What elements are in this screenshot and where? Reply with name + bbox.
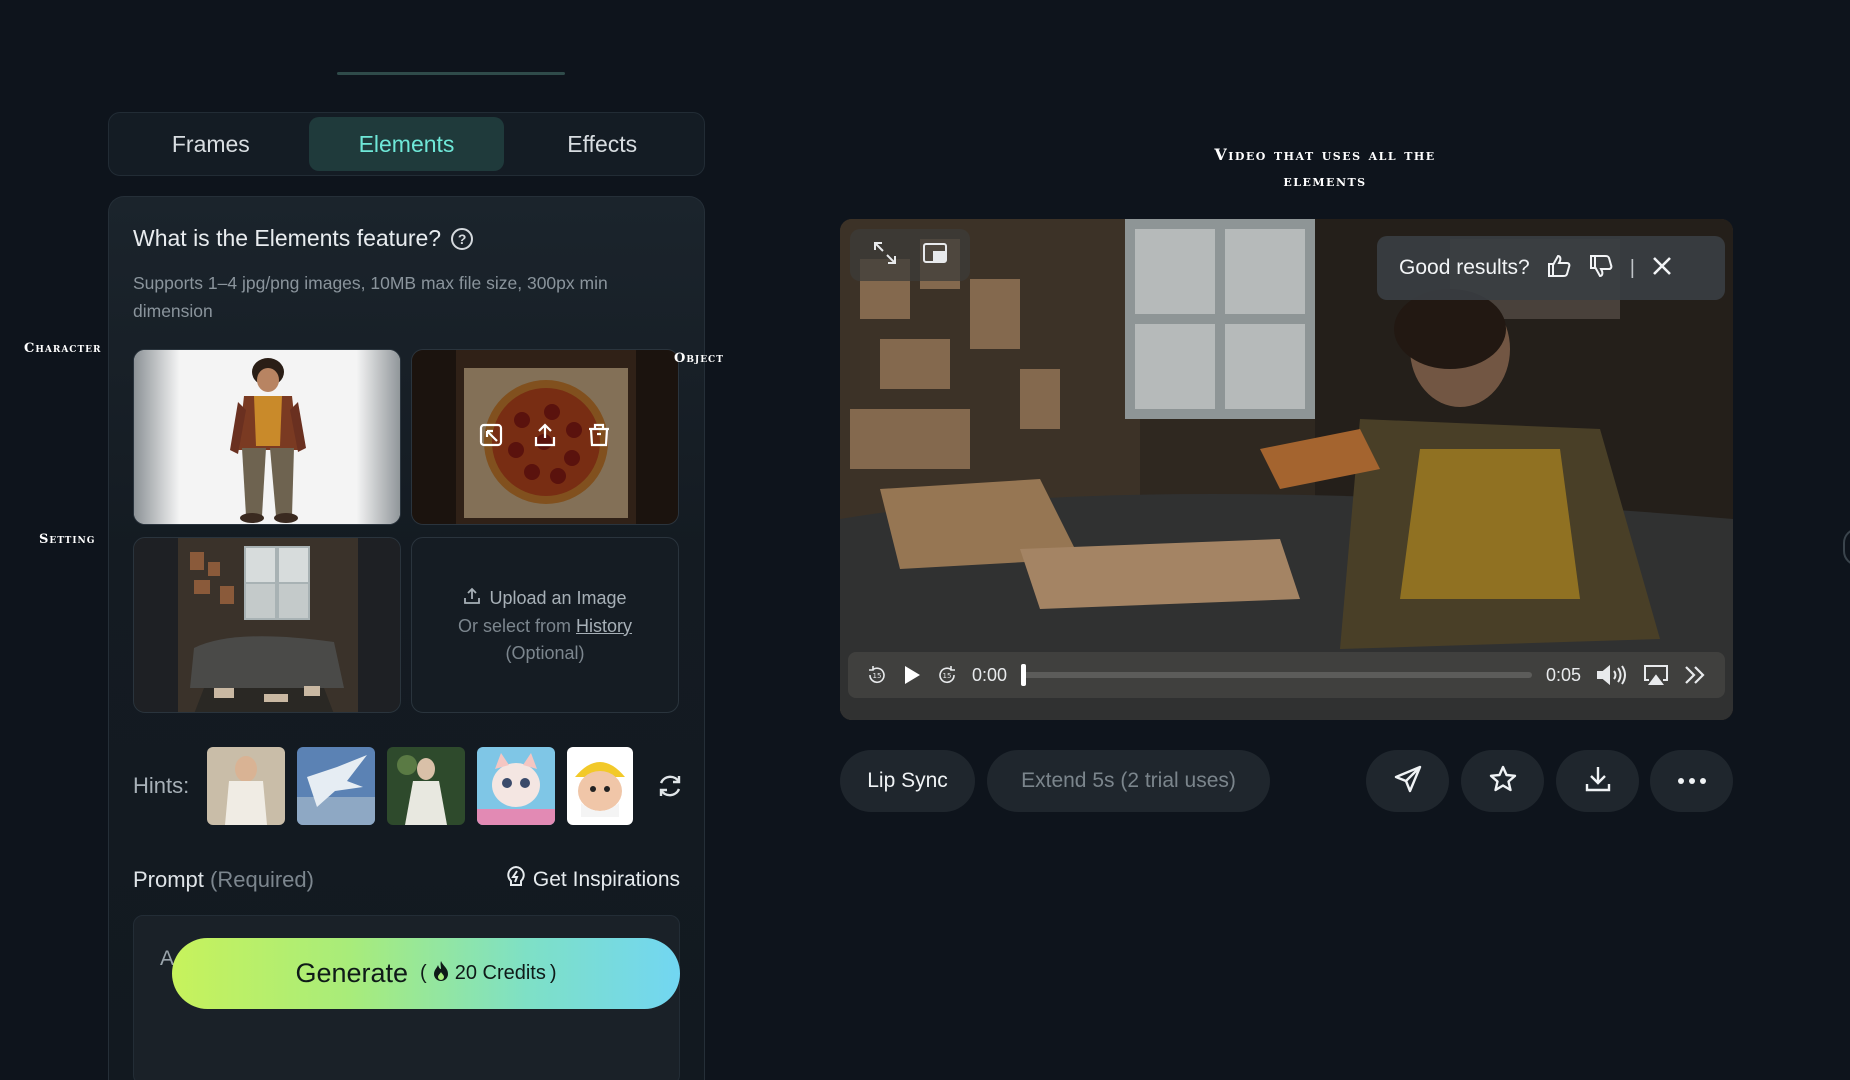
credits-paren-close: ): [549, 962, 557, 984]
thumbs-up-icon[interactable]: [1546, 253, 1572, 284]
history-link[interactable]: History: [576, 616, 632, 636]
thumbs-down-icon[interactable]: [1588, 253, 1614, 284]
bulb-icon: [505, 865, 527, 895]
object-image-slot[interactable]: [411, 349, 679, 525]
video-tools: [850, 229, 970, 281]
elements-panel: What is the Elements feature? ? Supports…: [108, 196, 705, 1080]
credits-badge: ( 20 Credits ): [420, 960, 557, 988]
extend-button[interactable]: Extend 5s (2 trial uses): [987, 750, 1270, 812]
hint-thumb-miner[interactable]: [567, 747, 634, 825]
progress-knob[interactable]: [1021, 664, 1027, 686]
hint-thumb-woman[interactable]: [207, 747, 286, 825]
svg-text:15: 15: [943, 672, 952, 680]
annotation-setting: Setting: [39, 532, 96, 547]
setting-image-slot[interactable]: [133, 537, 401, 713]
generate-label: Generate: [295, 958, 409, 988]
feedback-separator: |: [1629, 256, 1635, 279]
video-actions: Lip Sync Extend 5s (2 trial uses): [840, 750, 1733, 812]
volume-icon[interactable]: [1595, 663, 1629, 687]
expand-icon[interactable]: [872, 240, 898, 271]
play-icon[interactable]: [902, 664, 922, 686]
lip-sync-button[interactable]: Lip Sync: [840, 750, 975, 812]
feedback-label: Good results?: [1399, 256, 1530, 279]
hints-row: Hints:: [133, 747, 685, 825]
feedback-banner: Good results? |: [1377, 236, 1725, 300]
credits-label: 20 Credits: [454, 962, 546, 984]
video-controls: 15 15 0:00 0:05: [848, 652, 1725, 698]
upload-image-slot[interactable]: Upload an Image Or select from History (…: [411, 537, 679, 713]
progress-bar[interactable]: [1021, 664, 1532, 686]
prompt-label-text: Prompt: [133, 867, 204, 892]
star-icon: [1488, 764, 1518, 799]
get-inspirations-button[interactable]: Get Inspirations: [505, 865, 680, 895]
tab-frames[interactable]: Frames: [113, 117, 309, 171]
time-total: 0:05: [1545, 664, 1581, 685]
upload-label: Upload an Image: [489, 587, 627, 608]
prompt-label: Prompt (Required): [133, 867, 314, 893]
prompt-required-label: (Required): [210, 867, 314, 892]
refresh-icon[interactable]: [655, 771, 685, 801]
hints-label: Hints:: [133, 773, 190, 798]
object-image-actions: [412, 422, 678, 448]
setting-image: [134, 538, 400, 712]
mode-tabs: Frames Elements Effects: [108, 112, 705, 176]
favorite-button[interactable]: [1461, 750, 1544, 812]
next-arrow-edge[interactable]: [1843, 528, 1850, 566]
feature-title-text: What is the Elements feature?: [133, 225, 442, 251]
pip-icon[interactable]: [922, 240, 948, 271]
share-icon[interactable]: [532, 422, 558, 448]
feature-description: Supports 1–4 jpg/png images, 10MB max fi…: [133, 273, 608, 321]
generate-button[interactable]: Generate ( 20 Credits ): [172, 938, 680, 1009]
credits-paren-open: (: [420, 962, 427, 984]
chevron-double-right-icon[interactable]: [1683, 664, 1707, 686]
download-icon: [1583, 764, 1613, 799]
prompt-header: Prompt (Required) Get Inspirations: [133, 865, 680, 895]
help-icon[interactable]: ?: [451, 227, 474, 250]
character-image: [134, 350, 400, 524]
airplay-icon[interactable]: [1643, 663, 1669, 687]
time-current: 0:00: [972, 664, 1008, 685]
hint-thumb-cat[interactable]: [477, 747, 556, 825]
select-history: Or select from History: [458, 616, 632, 637]
upload-prompt: Upload an Image: [463, 587, 627, 610]
more-button[interactable]: [1650, 750, 1733, 812]
get-inspirations-label: Get Inspirations: [532, 868, 680, 891]
select-history-prefix: Or select from: [457, 615, 576, 636]
more-icon: [1677, 772, 1707, 790]
upload-icon: [463, 587, 481, 610]
video-player[interactable]: Good results? | 15 15 0:00 0:05: [840, 219, 1733, 720]
share-button[interactable]: [1366, 750, 1449, 812]
annotation-character: Character: [24, 341, 102, 356]
rewind-icon[interactable]: 15: [866, 664, 888, 686]
tab-elements[interactable]: Elements: [308, 117, 505, 171]
svg-text:15: 15: [873, 672, 882, 680]
top-divider: [337, 72, 565, 75]
send-icon: [1393, 764, 1423, 799]
crop-icon[interactable]: [478, 422, 504, 448]
annotation-object: Object: [674, 351, 724, 366]
feature-title: What is the Elements feature? ?: [133, 225, 474, 252]
close-icon[interactable]: [1651, 255, 1673, 282]
tab-effects[interactable]: Effects: [504, 117, 700, 171]
character-image-slot[interactable]: [133, 349, 401, 525]
forward-icon[interactable]: 15: [936, 664, 958, 686]
optional-label: (Optional): [505, 642, 585, 663]
hint-thumb-fairy[interactable]: [387, 747, 466, 825]
trash-icon[interactable]: [586, 422, 612, 448]
download-button[interactable]: [1556, 750, 1639, 812]
hint-thumb-dragon[interactable]: [297, 747, 376, 825]
video-caption: Video that uses all the elements: [1214, 145, 1436, 190]
fire-icon: [431, 960, 451, 988]
